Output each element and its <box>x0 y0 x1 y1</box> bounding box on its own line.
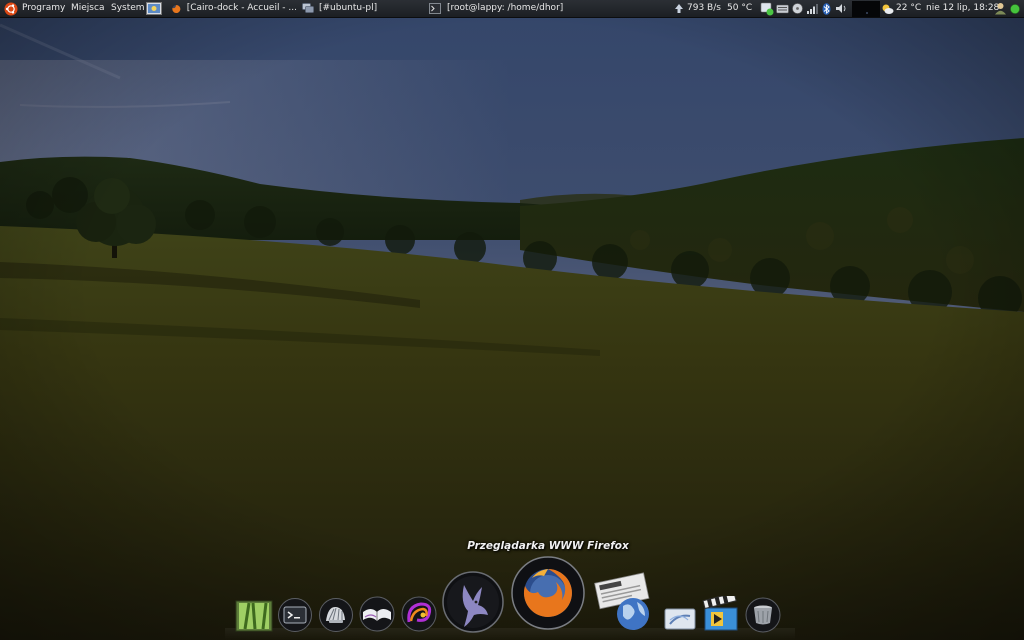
task-firefox[interactable]: [Cairo-dock - Accueil - ... <box>172 0 297 17</box>
terminal-icon[interactable] <box>277 598 313 632</box>
notification-area <box>760 0 883 17</box>
show-desktop-button[interactable] <box>146 0 162 17</box>
session-status[interactable] <box>1010 0 1020 17</box>
weather-applet[interactable]: 22 °C <box>881 0 921 17</box>
user-icon <box>995 3 1006 15</box>
bird-icon[interactable] <box>440 571 506 633</box>
show-desktop-icon <box>146 2 162 15</box>
firefox-icon <box>172 4 181 13</box>
shell-icon[interactable] <box>317 598 355 632</box>
top-panel: Programy Miejsca System [Cairo-dock - Ac… <box>0 0 1024 18</box>
swirl-icon[interactable] <box>399 596 439 632</box>
chat-icon <box>302 3 314 13</box>
bamboo-icon[interactable] <box>235 600 273 632</box>
partly-cloudy-icon <box>882 4 894 14</box>
desktop: Programy Miejsca System [Cairo-dock - Ac… <box>0 0 1024 640</box>
network-up-down-icon <box>675 4 683 13</box>
book-icon[interactable] <box>357 596 397 632</box>
clock-applet[interactable]: nie 12 lip, 18:28 <box>926 0 999 17</box>
cpu-temperature[interactable]: 50 °C <box>727 0 752 17</box>
trash-icon[interactable] <box>744 597 782 633</box>
news-globe-icon[interactable] <box>593 572 657 632</box>
user-switcher[interactable] <box>994 0 1007 17</box>
wifi-signal-icon[interactable] <box>807 3 819 14</box>
terminal-icon <box>429 3 441 14</box>
weather-map-icon[interactable] <box>852 0 880 17</box>
network-monitor[interactable]: 793 B/s <box>674 0 721 17</box>
task-irc[interactable]: [#ubuntu-pl] <box>302 0 422 17</box>
firefox-icon[interactable] <box>508 556 588 630</box>
task-irc-label: [#ubuntu-pl] <box>319 3 378 13</box>
network-speed: 793 B/s <box>687 3 721 13</box>
task-firefox-label: [Cairo-dock - Accueil - ... <box>186 3 297 13</box>
cpu-temperature-value: 50 °C <box>727 3 753 13</box>
applications-menu-label: Programy <box>22 3 66 13</box>
clapperboard-icon[interactable] <box>701 596 741 634</box>
system-menu-label: System <box>111 3 145 13</box>
clock-time: nie 12 lip, 18:28 <box>926 3 1000 13</box>
keyboard-icon[interactable] <box>776 4 789 14</box>
places-menu[interactable]: Miejsca <box>71 0 104 17</box>
task-terminal[interactable]: [root@lappy: /home/dhor] <box>429 0 589 17</box>
weather-temperature: 22 °C <box>896 3 922 13</box>
online-status-icon <box>1010 3 1020 14</box>
dock-tooltip: Przeglądarka WWW Firefox <box>467 540 629 552</box>
system-menu[interactable]: System <box>111 0 145 17</box>
bluetooth-icon[interactable] <box>822 2 831 15</box>
disk-icon[interactable] <box>792 3 803 14</box>
applications-menu[interactable]: Programy <box>4 0 65 17</box>
drive-icon[interactable] <box>664 606 696 632</box>
volume-icon[interactable] <box>835 3 848 14</box>
messenger-status-icon[interactable] <box>760 2 774 16</box>
ubuntu-logo-icon <box>4 2 18 15</box>
places-menu-label: Miejsca <box>71 3 105 13</box>
task-terminal-label: [root@lappy: /home/dhor] <box>447 3 564 13</box>
